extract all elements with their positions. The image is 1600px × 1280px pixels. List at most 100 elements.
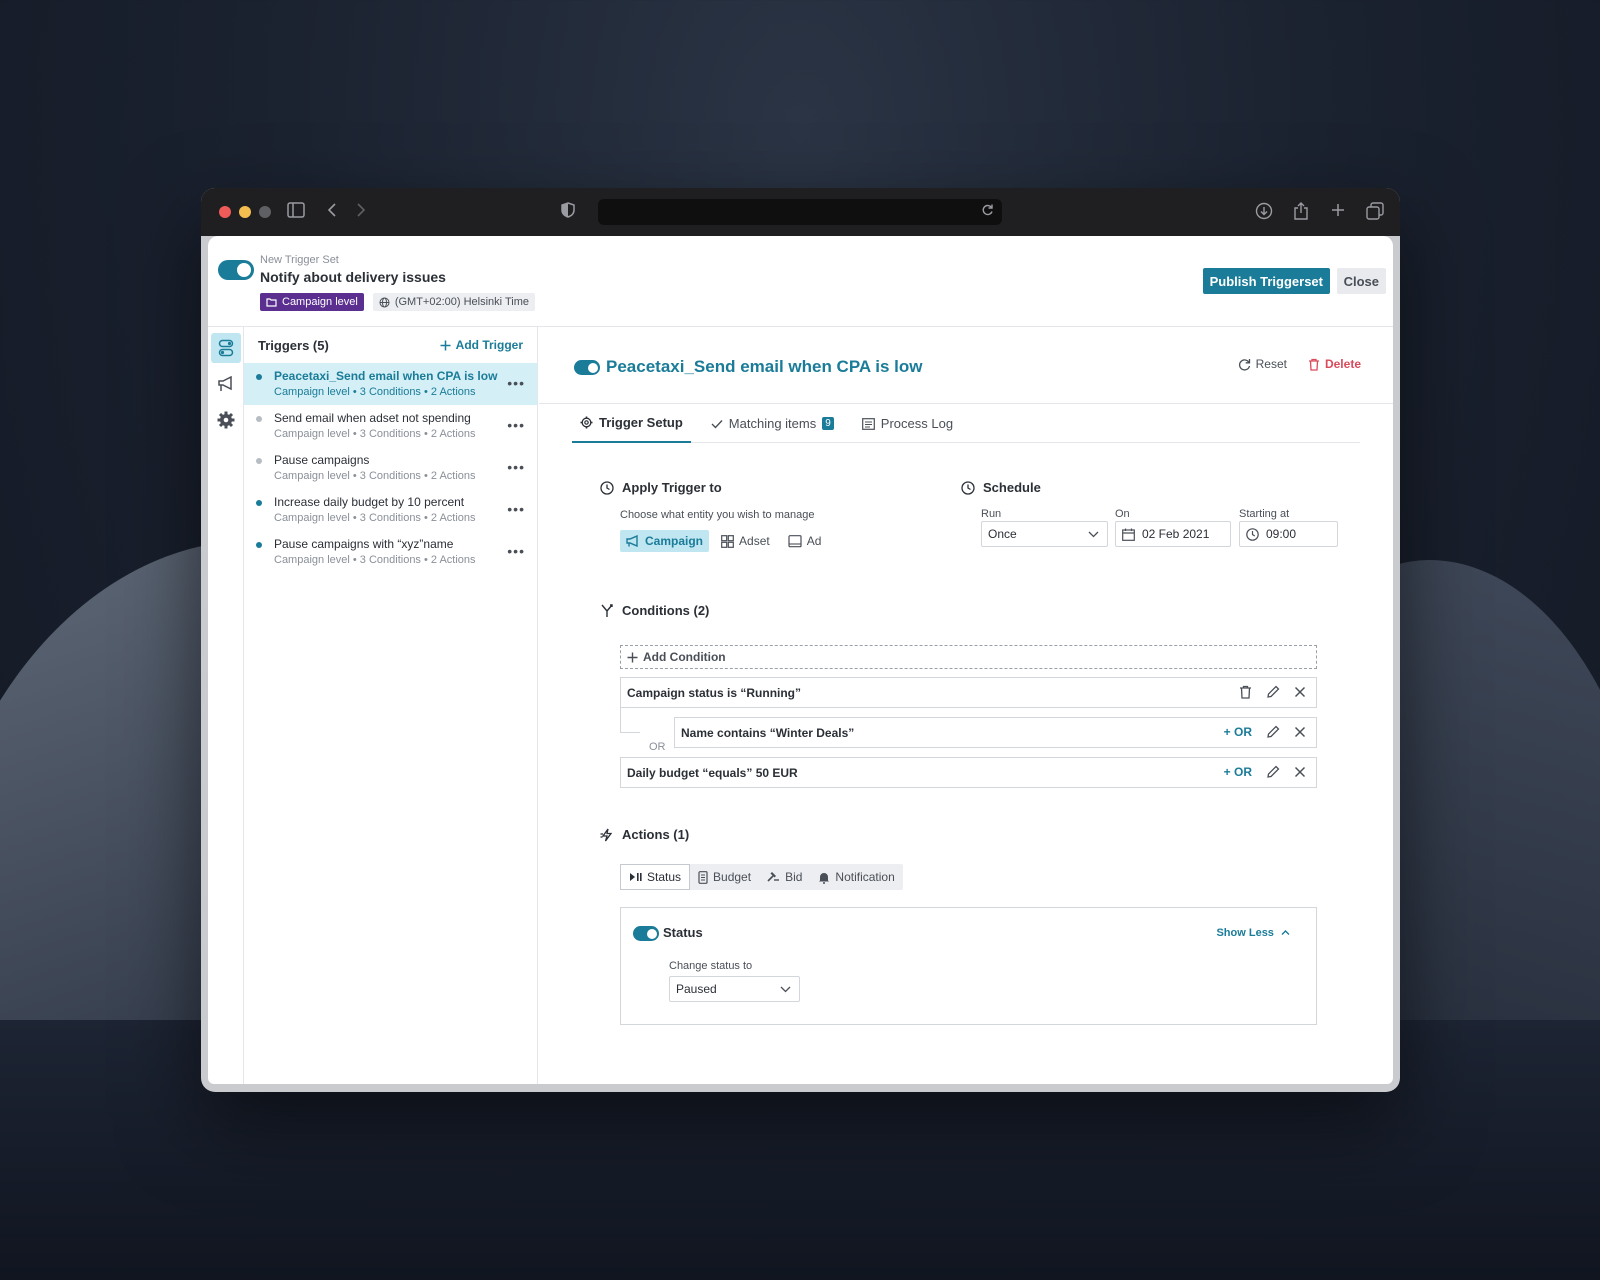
run-value: Once: [988, 527, 1017, 541]
delete-label: Delete: [1324, 357, 1361, 371]
trigger-detail-header: Peacetaxi_Send email when CPA is low Res…: [539, 327, 1393, 404]
trigger-name: Increase daily budget by 10 percent: [274, 495, 465, 509]
chevron-down-icon: [1088, 527, 1099, 541]
pencil-icon[interactable]: [1266, 765, 1280, 779]
action-tab-label: Budget: [713, 870, 752, 884]
share-icon[interactable]: [1293, 202, 1309, 220]
conditions-title: Conditions (2): [622, 603, 710, 618]
trigger-name: Pause campaigns: [274, 453, 370, 467]
tab-label: Process Log: [880, 416, 954, 431]
close-button[interactable]: Close: [1336, 268, 1386, 294]
trigger-status-dot: [256, 500, 262, 506]
tab-process-log[interactable]: Process Log: [854, 404, 961, 443]
download-icon[interactable]: [1255, 202, 1273, 220]
forward-icon[interactable]: [356, 202, 366, 218]
action-tab-notification[interactable]: Notification: [810, 864, 902, 890]
rail-triggers[interactable]: [211, 333, 241, 363]
entity-adset-option[interactable]: Adset: [715, 530, 776, 552]
reset-label: Reset: [1255, 357, 1287, 371]
schedule-section-title: Schedule: [961, 480, 1041, 495]
action-tab-bid[interactable]: Bid: [759, 864, 810, 890]
left-rail: [208, 327, 244, 1084]
trigger-list-item[interactable]: Pause campaigns with “xyz”name Campaign …: [244, 531, 537, 573]
condition-row[interactable]: Campaign status is “Running”: [620, 677, 1317, 708]
trigger-name: Send email when adset not spending: [274, 411, 471, 425]
starting-at-label: Starting at: [1239, 508, 1290, 520]
trigger-list-item[interactable]: Increase daily budget by 10 percent Camp…: [244, 489, 537, 531]
clock-icon: [600, 480, 614, 495]
more-options-icon[interactable]: •••: [507, 375, 525, 391]
publish-triggerset-button[interactable]: Publish Triggerset: [1202, 268, 1330, 294]
close-window-button[interactable]: [219, 206, 231, 218]
close-icon[interactable]: [1294, 726, 1306, 738]
minimize-window-button[interactable]: [239, 206, 251, 218]
more-options-icon[interactable]: •••: [507, 459, 525, 475]
rail-settings[interactable]: [211, 405, 241, 435]
entity-ad-option[interactable]: Ad: [782, 530, 828, 552]
triggers-panel: Triggers (5) Add Trigger Peacetaxi_Send …: [244, 327, 538, 1084]
action-tab-budget[interactable]: Budget: [690, 864, 759, 890]
reset-button[interactable]: Reset: [1238, 357, 1287, 371]
rail-campaigns[interactable]: [211, 369, 241, 399]
pencil-icon[interactable]: [1266, 725, 1280, 739]
add-trigger-button[interactable]: Add Trigger: [440, 338, 523, 352]
add-condition-button[interactable]: Add Condition: [620, 645, 1317, 669]
condition-row[interactable]: Name contains “Winter Deals” + OR: [674, 717, 1317, 748]
add-condition-label: Add Condition: [643, 650, 726, 664]
condition-tools: [1239, 685, 1306, 699]
time-field[interactable]: 09:00: [1239, 521, 1338, 547]
delete-button[interactable]: Delete: [1308, 357, 1361, 371]
date-field[interactable]: 02 Feb 2021: [1115, 521, 1231, 547]
trigger-list-item[interactable]: Peacetaxi_Send email when CPA is low Cam…: [244, 363, 537, 405]
tab-matching-items[interactable]: Matching items 9: [703, 404, 842, 443]
trigger-status-dot: [256, 416, 262, 422]
entity-campaign-option[interactable]: Campaign: [620, 530, 710, 552]
status-action-card: Status Show Less Change status to Paused: [620, 907, 1317, 1025]
status-select[interactable]: Paused: [669, 976, 800, 1002]
zoom-window-button[interactable]: [259, 206, 271, 218]
pencil-icon[interactable]: [1266, 685, 1280, 699]
trash-icon[interactable]: [1239, 685, 1252, 699]
browser-titlebar: [201, 188, 1400, 236]
log-icon: [861, 417, 875, 430]
or-connector-label: OR: [649, 741, 666, 753]
tab-overview-icon[interactable]: [1366, 202, 1384, 220]
more-options-icon[interactable]: •••: [507, 417, 525, 433]
trigger-list-item[interactable]: Pause campaigns Campaign level • 3 Condi…: [244, 447, 537, 489]
add-or-button[interactable]: + OR: [1224, 725, 1252, 739]
status-value: Paused: [676, 982, 717, 996]
level-chip-label: Campaign level: [282, 296, 358, 308]
reload-icon[interactable]: [981, 203, 994, 217]
trigger-meta: Campaign level • 3 Conditions • 2 Action…: [274, 470, 476, 482]
detail-tabs: Trigger Setup Matching items 9 Process L…: [572, 404, 1360, 443]
plus-icon: [440, 340, 451, 351]
folder-icon: [266, 297, 277, 307]
condition-row[interactable]: Daily budget “equals” 50 EUR + OR: [620, 757, 1317, 788]
new-tab-icon[interactable]: [1330, 202, 1346, 218]
gear-icon: [217, 411, 235, 429]
more-options-icon[interactable]: •••: [507, 543, 525, 559]
privacy-shield-icon[interactable]: [561, 202, 575, 218]
triggerset-active-toggle[interactable]: [218, 260, 254, 280]
run-select[interactable]: Once: [981, 521, 1108, 547]
apply-trigger-hint: Choose what entity you wish to manage: [620, 509, 815, 521]
action-tab-label: Bid: [785, 870, 803, 884]
trigger-status-dot: [256, 458, 262, 464]
close-icon[interactable]: [1294, 766, 1306, 778]
tab-trigger-setup[interactable]: Trigger Setup: [572, 404, 691, 443]
header-chips: Campaign level (GMT+02:00) Helsinki Time: [260, 293, 536, 311]
action-tab-status[interactable]: Status: [620, 864, 691, 890]
conditions-section-title: Conditions (2): [600, 603, 709, 618]
show-less-label: Show Less: [1216, 927, 1274, 939]
show-less-button[interactable]: Show Less: [1216, 927, 1290, 939]
close-icon[interactable]: [1294, 686, 1306, 698]
back-icon[interactable]: [327, 202, 337, 218]
add-or-button[interactable]: + OR: [1224, 765, 1252, 779]
sidebar-toggle-icon[interactable]: [287, 202, 305, 218]
trigger-list-item[interactable]: Send email when adset not spending Campa…: [244, 405, 537, 447]
trigger-active-toggle[interactable]: [574, 360, 600, 375]
more-options-icon[interactable]: •••: [507, 501, 525, 517]
address-bar[interactable]: [598, 199, 1002, 225]
status-action-toggle[interactable]: [633, 926, 659, 941]
chevron-down-icon: [780, 982, 791, 996]
